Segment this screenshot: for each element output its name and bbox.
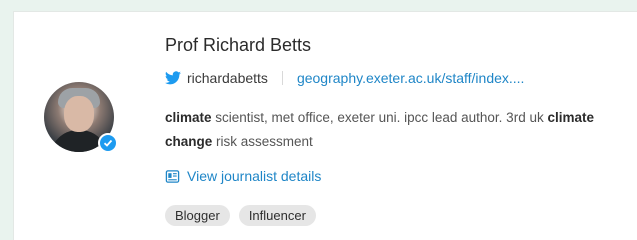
bio-text: risk assessment	[212, 134, 313, 149]
twitter-handle-link[interactable]: richardabetts	[187, 70, 268, 86]
verified-check-icon	[98, 133, 118, 153]
profile-name: Prof Richard Betts	[165, 35, 312, 55]
document-icon	[165, 169, 180, 183]
avatar-face	[64, 96, 94, 132]
social-row: richardabetts geography.exeter.ac.uk/sta…	[165, 70, 524, 86]
divider	[281, 71, 283, 85]
journalist-card: Prof Richard Betts richardabetts geograp…	[13, 11, 637, 240]
view-journalist-details-link[interactable]: View journalist details	[165, 168, 321, 184]
bio-keyword: climate	[165, 110, 212, 125]
view-journalist-details-label: View journalist details	[187, 168, 322, 184]
bio-text: scientist, met office, exeter uni. ipcc …	[211, 110, 548, 125]
website-link[interactable]: geography.exeter.ac.uk/staff/index....	[297, 70, 525, 86]
tag-blogger[interactable]: Blogger	[165, 205, 230, 226]
twitter-bird-icon[interactable]	[165, 71, 181, 85]
profile-bio: climate scientist, met office, exeter un…	[165, 106, 625, 154]
tag-influencer[interactable]: Influencer	[238, 205, 316, 226]
tag-list: Blogger Influencer	[165, 205, 316, 226]
